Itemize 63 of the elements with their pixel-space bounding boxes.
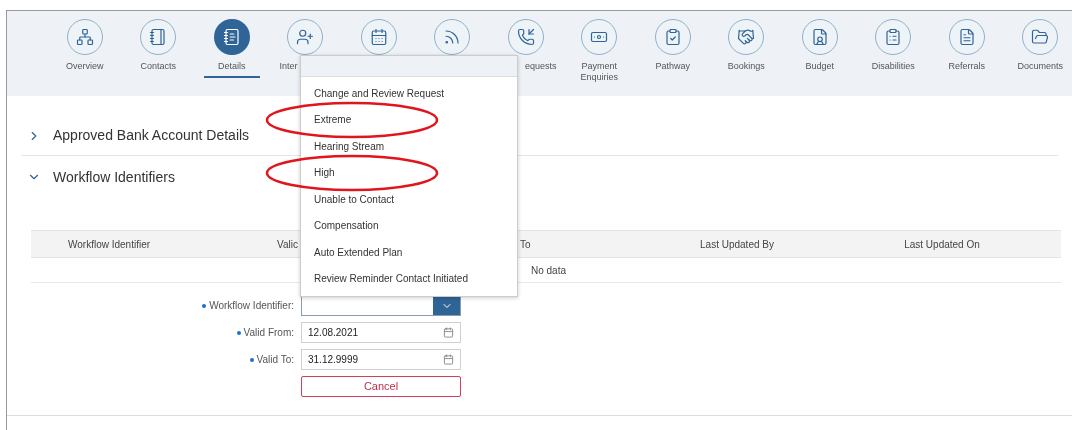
nav-tab-label[interactable]: Contacts: [128, 61, 189, 72]
signal-icon: [443, 28, 462, 46]
dropdown-option[interactable]: Compensation: [301, 212, 517, 239]
column-header: Workflow Identifier: [67, 237, 152, 252]
column-header: Last Updated On: [903, 237, 981, 252]
nav-tab-icon-button[interactable]: [801, 19, 838, 55]
dropdown-option[interactable]: High: [301, 159, 517, 186]
dropdown-option[interactable]: Change and Review Request: [301, 80, 517, 107]
nav-tab-label[interactable]: Pathway: [642, 61, 703, 72]
nav-tab-icon-button[interactable]: [875, 19, 912, 55]
nav-tab-label[interactable]: Details: [204, 61, 260, 78]
nav-tab-icon-button[interactable]: [507, 19, 544, 55]
nav-tab-label[interactable]: Overview: [54, 61, 115, 72]
clipboard-icon: [663, 28, 682, 46]
workflow-identifier-dropdown[interactable]: [301, 295, 461, 316]
notepad-icon: [222, 28, 241, 46]
calendar-icon[interactable]: [443, 354, 454, 365]
calendar-icon[interactable]: [443, 327, 454, 338]
document-icon: [957, 28, 976, 46]
nav-tab-icon-button[interactable]: [66, 19, 103, 55]
nav-tab-label[interactable]: equests: [524, 61, 563, 72]
nav-tab-label[interactable]: Inter: [268, 61, 298, 72]
nav-tab-label[interactable]: Documents: [1010, 61, 1071, 72]
nav-tab-icon-button[interactable]: [654, 19, 691, 55]
file-user-icon: [810, 28, 829, 46]
clipboard-list-icon: [884, 28, 903, 46]
section-title[interactable]: Approved Bank Account Details: [53, 125, 250, 146]
nav-tab-label[interactable]: Disabilities: [863, 61, 924, 72]
calendar-icon: [369, 28, 388, 46]
date-field[interactable]: 12.08.2021: [301, 322, 461, 343]
nav-tab-label[interactable]: Budget: [789, 61, 850, 72]
dropdown-option[interactable]: Extreme: [301, 106, 517, 133]
nav-tab-icon-button[interactable]: [728, 19, 765, 55]
nav-tab-icon-button[interactable]: [948, 19, 985, 55]
user-plus-icon: [296, 28, 315, 46]
dropdown-option[interactable]: Review Reminder Contact Initiated: [301, 265, 517, 292]
nav-tab-icon-button[interactable]: [581, 19, 618, 55]
folder-icon: [1031, 28, 1050, 46]
nav-tab-label[interactable]: Referrals: [936, 61, 997, 72]
nav-tab-icon-button[interactable]: [213, 19, 250, 55]
dropdown-option[interactable]: Unable to Contact: [301, 186, 517, 213]
dropdown-option[interactable]: Hearing Stream: [301, 133, 517, 160]
field-label: Valid To:: [256, 353, 294, 367]
nav-tab-label[interactable]: Bookings: [716, 61, 777, 72]
nav-tab-icon-button[interactable]: [140, 19, 177, 55]
nav-tab-icon-button[interactable]: [360, 19, 397, 55]
field-label: Workflow Identifier:: [209, 299, 294, 313]
cancel-button[interactable]: Cancel: [301, 376, 461, 397]
handshake-icon: [737, 28, 756, 46]
nav-tab-label[interactable]: Payment Enquiries: [569, 61, 630, 83]
dropdown-option[interactable]: Auto Extended Plan: [301, 239, 517, 266]
section-title[interactable]: Workflow Identifiers: [53, 166, 175, 188]
column-header: Last Updated By: [699, 237, 775, 252]
nav-tab-icon-button[interactable]: [434, 19, 471, 55]
column-header: To: [520, 237, 532, 252]
notebook-icon: [149, 28, 168, 46]
nav-tab-icon-button[interactable]: [1022, 19, 1059, 55]
empty-table-message: No data: [531, 263, 567, 278]
phone-icon: [516, 28, 535, 46]
nav-tab-icon-button[interactable]: [287, 19, 324, 55]
field-label: Valid From:: [243, 326, 294, 340]
date-field[interactable]: 31.12.9999: [301, 349, 461, 370]
network-icon: [75, 28, 94, 46]
